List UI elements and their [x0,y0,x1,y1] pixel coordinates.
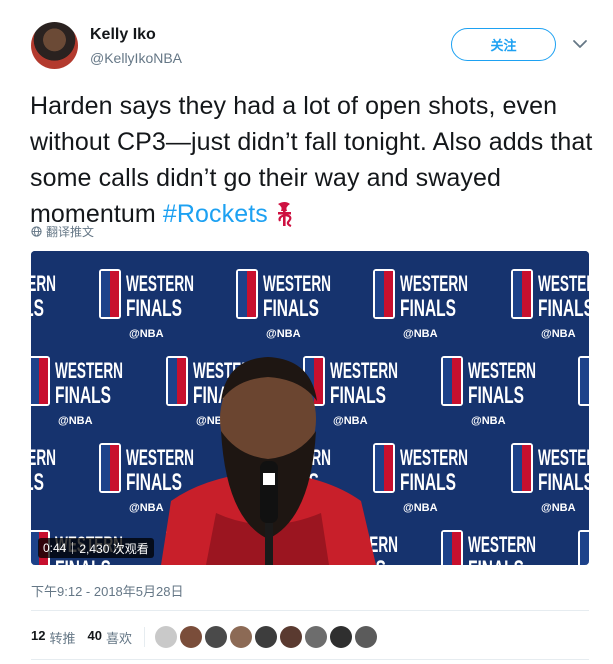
press-backdrop: WESTERNFINALS@NBAWESTERNFINALS@NBAWESTER… [31,251,589,565]
western-text: WESTERN [263,271,331,296]
video-views: 2,430 次观看 [79,541,149,556]
finals-text: FINALS [263,295,319,322]
nba-text: @NBA [129,502,164,514]
western-text: WESTERN [538,445,589,470]
nba-text: @NBA [541,328,576,340]
retweet-count: 12 [31,627,46,643]
nba-text: @NBA [471,415,506,427]
video-info-overlay: 0:44 2,430 次观看 [38,538,154,558]
western-text: WESTERN [400,445,468,470]
finals-text: FINALS [126,295,182,322]
liker-avatars [154,626,377,648]
western-text: WESTERN [126,445,194,470]
western-text: WESTERN [468,358,536,383]
nba-text: @NBA [129,328,164,340]
finals-text: FINALS [31,295,44,322]
finals-text: FINALS [55,382,111,409]
nba-text: @NBA [58,415,93,427]
translate-label: 翻译推文 [46,225,95,239]
retweet-stat[interactable]: 12 转推 [31,628,75,647]
liker-avatar[interactable] [354,626,377,648]
finals-text: FINALS [538,295,589,322]
stats-separator [143,627,145,647]
tweet-timestamp[interactable]: 下午9:12 - 2018年5月28日 [31,581,183,600]
video-player[interactable]: WESTERNFINALS@NBAWESTERNFINALS@NBAWESTER… [31,251,589,565]
liker-avatar[interactable] [229,626,252,648]
nba-text: @NBA [403,328,438,340]
liker-avatar[interactable] [179,626,202,648]
nba-text: @NBA [266,328,301,340]
finals-text: FINALS [330,382,386,409]
western-text: WESTERN [330,358,398,383]
globe-icon [31,226,42,237]
follow-button[interactable]: 关注 [451,28,556,61]
western-text: WESTERN [400,271,468,296]
divider [31,610,589,611]
liker-avatar[interactable] [329,626,352,648]
liker-avatar[interactable] [154,626,177,648]
finals-text: FINALS [538,469,589,496]
avatar[interactable] [31,22,78,69]
like-stat[interactable]: 40 喜欢 [87,628,131,647]
western-finals-logo: WESTERNFINALS@NBA [578,530,589,565]
divider [31,659,589,660]
like-count: 40 [87,627,102,643]
western-text: WESTERN [538,271,589,296]
western-text: WESTERN [126,271,194,296]
retweet-label: 转推 [49,630,76,646]
finals-text: FINALS [31,469,44,496]
liker-avatar[interactable] [254,626,277,648]
liker-avatar[interactable] [304,626,327,648]
finals-text: FINALS [468,382,524,409]
western-text: WESTERN [55,358,123,383]
translate-link[interactable]: 翻译推文 [31,223,94,240]
finals-text: FINALS [400,295,456,322]
nba-text: @NBA [403,502,438,514]
like-label: 喜欢 [105,630,132,646]
finals-text: FINALS [468,556,524,565]
liker-avatar[interactable] [204,626,227,648]
liker-avatar[interactable] [279,626,302,648]
rockets-logo-icon [277,202,292,228]
western-text: WESTERN [468,532,536,557]
overlay-separator [72,542,74,554]
nba-text: @NBA [541,502,576,514]
tweet-text: Harden says they had a lot of open shots… [30,88,600,232]
tweet-stats: 12 转推 40 喜欢 [31,626,377,648]
tweet-body: Harden says they had a lot of open shots… [30,92,593,228]
finals-text: FINALS [400,469,456,496]
hashtag-link[interactable]: #Rockets [163,200,268,228]
user-handle[interactable]: @KellyIkoNBA [90,50,182,66]
chevron-down-icon[interactable] [572,38,588,50]
video-duration: 0:44 [43,541,67,555]
user-name[interactable]: Kelly Iko [90,26,156,44]
finals-text: FINALS [126,469,182,496]
western-text: WESTERN [31,445,56,470]
nba-text: @NBA [333,415,368,427]
western-finals-logo: WESTERNFINALS@NBA [441,530,536,565]
western-text: WESTERN [31,271,56,296]
